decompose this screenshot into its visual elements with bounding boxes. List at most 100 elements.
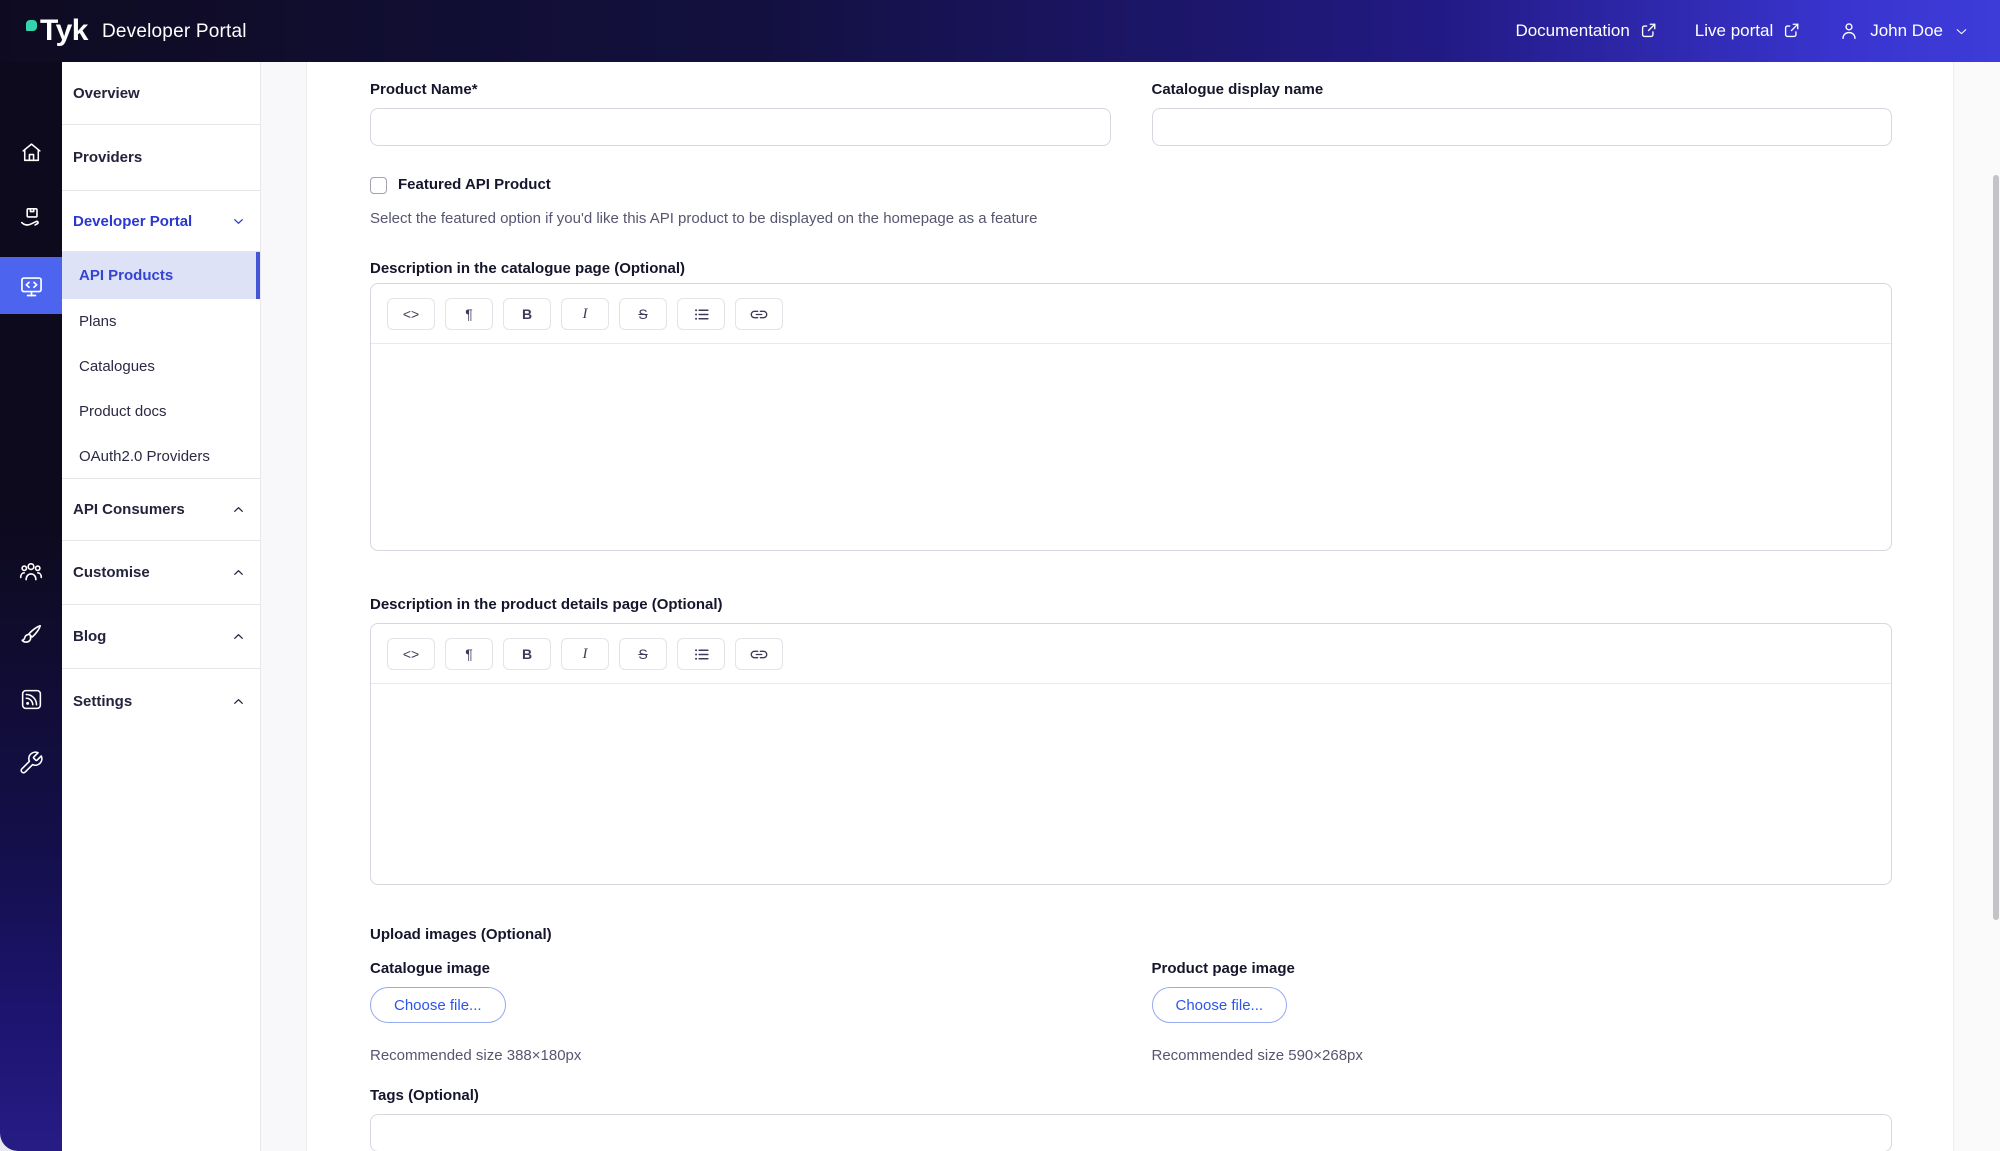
developer-portal-icon[interactable] [0,262,62,310]
sidebar-item-product-docs[interactable]: Product docs [62,389,260,434]
sidebar-item-oauth2-providers[interactable]: OAuth2.0 Providers [62,434,260,479]
catalogue-description-textarea[interactable] [371,344,1891,550]
sidebar-item-overview[interactable]: Overview [62,62,260,125]
strikethrough-glyph: S [638,646,647,662]
featured-help-text: Select the featured option if you'd like… [370,209,1892,229]
chevron-down-icon [231,214,246,229]
top-nav-links: Documentation Live portal John Doe [1515,20,1970,42]
providers-icon[interactable] [0,194,62,242]
featured-api-product-row: Featured API Product [370,175,1892,195]
blog-icon[interactable] [0,675,62,723]
home-icon[interactable] [0,128,62,176]
tags-label: Tags (Optional) [370,1086,1892,1106]
product-name-field-group: Product Name* [370,80,1111,146]
live-portal-link-label: Live portal [1695,21,1773,41]
strikethrough-icon[interactable]: S [619,298,667,330]
chevron-up-icon [231,565,246,580]
sidebar-item-api-products[interactable]: API Products [62,252,260,299]
tyk-logo-leaf-icon [26,20,37,31]
catalogue-description-editor: <> ¶ B I S [370,283,1892,551]
product-page-image-group: Product page image Choose file... Recomm… [1152,959,1893,1064]
sidebar-item-api-consumers[interactable]: API Consumers [62,479,260,541]
scrollbar-thumb[interactable] [1993,175,1999,920]
sidebar-item-blog[interactable]: Blog [62,605,260,669]
top-navigation-bar: Tyk Developer Portal Documentation Live … [0,0,2000,62]
product-page-image-label: Product page image [1152,959,1893,979]
sidebar-item-label: Product docs [79,403,167,420]
sidebar-item-catalogues[interactable]: Catalogues [62,344,260,389]
customise-icon[interactable] [0,611,62,659]
italic-icon[interactable]: I [561,298,609,330]
sidebar-item-settings[interactable]: Settings [62,669,260,733]
catalogue-image-label: Catalogue image [370,959,1111,979]
sidebar-item-label: Developer Portal [73,213,192,230]
code-glyph: <> [403,306,419,322]
sidebar-item-label: OAuth2.0 Providers [79,448,210,465]
user-name: John Doe [1870,21,1943,41]
product-name: Developer Portal [102,21,247,43]
paragraph-icon[interactable]: ¶ [445,638,493,670]
catalogue-display-field-group: Catalogue display name [1152,80,1893,146]
api-consumers-icon[interactable] [0,548,62,596]
sidebar-item-developer-portal[interactable]: Developer Portal [62,191,260,252]
bold-icon[interactable]: B [503,298,551,330]
code-icon[interactable]: <> [387,298,435,330]
link-icon[interactable] [735,298,783,330]
product-details-description-textarea[interactable] [371,684,1891,884]
product-name-label: Product Name* [370,80,1111,100]
italic-icon[interactable]: I [561,638,609,670]
code-icon[interactable]: <> [387,638,435,670]
chevron-down-icon [1953,23,1970,40]
settings-icon[interactable] [0,739,62,787]
documentation-link-label: Documentation [1515,21,1629,41]
bullet-list-icon[interactable] [677,638,725,670]
paragraph-glyph: ¶ [465,306,473,322]
sidebar-item-label: Catalogues [79,358,155,375]
description-catalogue-label: Description in the catalogue page (Optio… [370,259,1892,279]
catalogue-image-group: Catalogue image Choose file... Recommend… [370,959,1111,1064]
featured-api-product-label: Featured API Product [398,175,551,195]
live-portal-link[interactable]: Live portal [1695,21,1800,41]
sidebar-gutter [261,62,307,1151]
description-details-label: Description in the product details page … [370,595,1892,615]
developer-portal-page: Tyk Developer Portal Documentation Live … [0,0,2000,1151]
sidebar-item-label: Providers [73,149,142,166]
product-name-input[interactable] [370,108,1111,146]
chevron-up-icon [231,694,246,709]
sidebar-item-providers[interactable]: Providers [62,125,260,191]
editor-toolbar: <> ¶ B I S [371,624,1891,684]
featured-api-product-checkbox[interactable] [370,177,387,194]
upload-images-label: Upload images (Optional) [370,925,1892,945]
italic-glyph: I [583,306,588,323]
bullet-list-icon[interactable] [677,298,725,330]
sidebar-item-plans[interactable]: Plans [62,299,260,344]
sidebar-item-label: Plans [79,313,117,330]
scrollbar-track[interactable] [1953,62,2000,1151]
external-link-icon [1639,22,1657,40]
paragraph-icon[interactable]: ¶ [445,298,493,330]
code-glyph: <> [403,646,419,662]
bold-icon[interactable]: B [503,638,551,670]
sidebar-item-label: API Consumers [73,501,185,518]
brand[interactable]: Tyk Developer Portal [26,14,247,48]
api-product-form: Product Name* Catalogue display name Fea… [370,62,1892,1151]
strikethrough-glyph: S [638,306,647,322]
product-page-image-choose-file-button[interactable]: Choose file... [1152,987,1288,1023]
italic-glyph: I [583,646,588,663]
sidebar-item-label: API Products [79,267,173,284]
sidebar-item-label: Customise [73,564,150,581]
catalogue-display-name-label: Catalogue display name [1152,80,1893,100]
user-menu[interactable]: John Doe [1838,20,1970,42]
paragraph-glyph: ¶ [465,646,473,662]
tags-input[interactable] [370,1114,1892,1151]
editor-toolbar: <> ¶ B I S [371,284,1891,344]
tyk-logo: Tyk [40,14,88,48]
catalogue-image-choose-file-button[interactable]: Choose file... [370,987,506,1023]
chevron-up-icon [231,502,246,517]
link-icon[interactable] [735,638,783,670]
sidebar-item-customise[interactable]: Customise [62,541,260,605]
documentation-link[interactable]: Documentation [1515,21,1656,41]
sidebar-item-label: Overview [73,85,140,102]
catalogue-display-name-input[interactable] [1152,108,1893,146]
strikethrough-icon[interactable]: S [619,638,667,670]
